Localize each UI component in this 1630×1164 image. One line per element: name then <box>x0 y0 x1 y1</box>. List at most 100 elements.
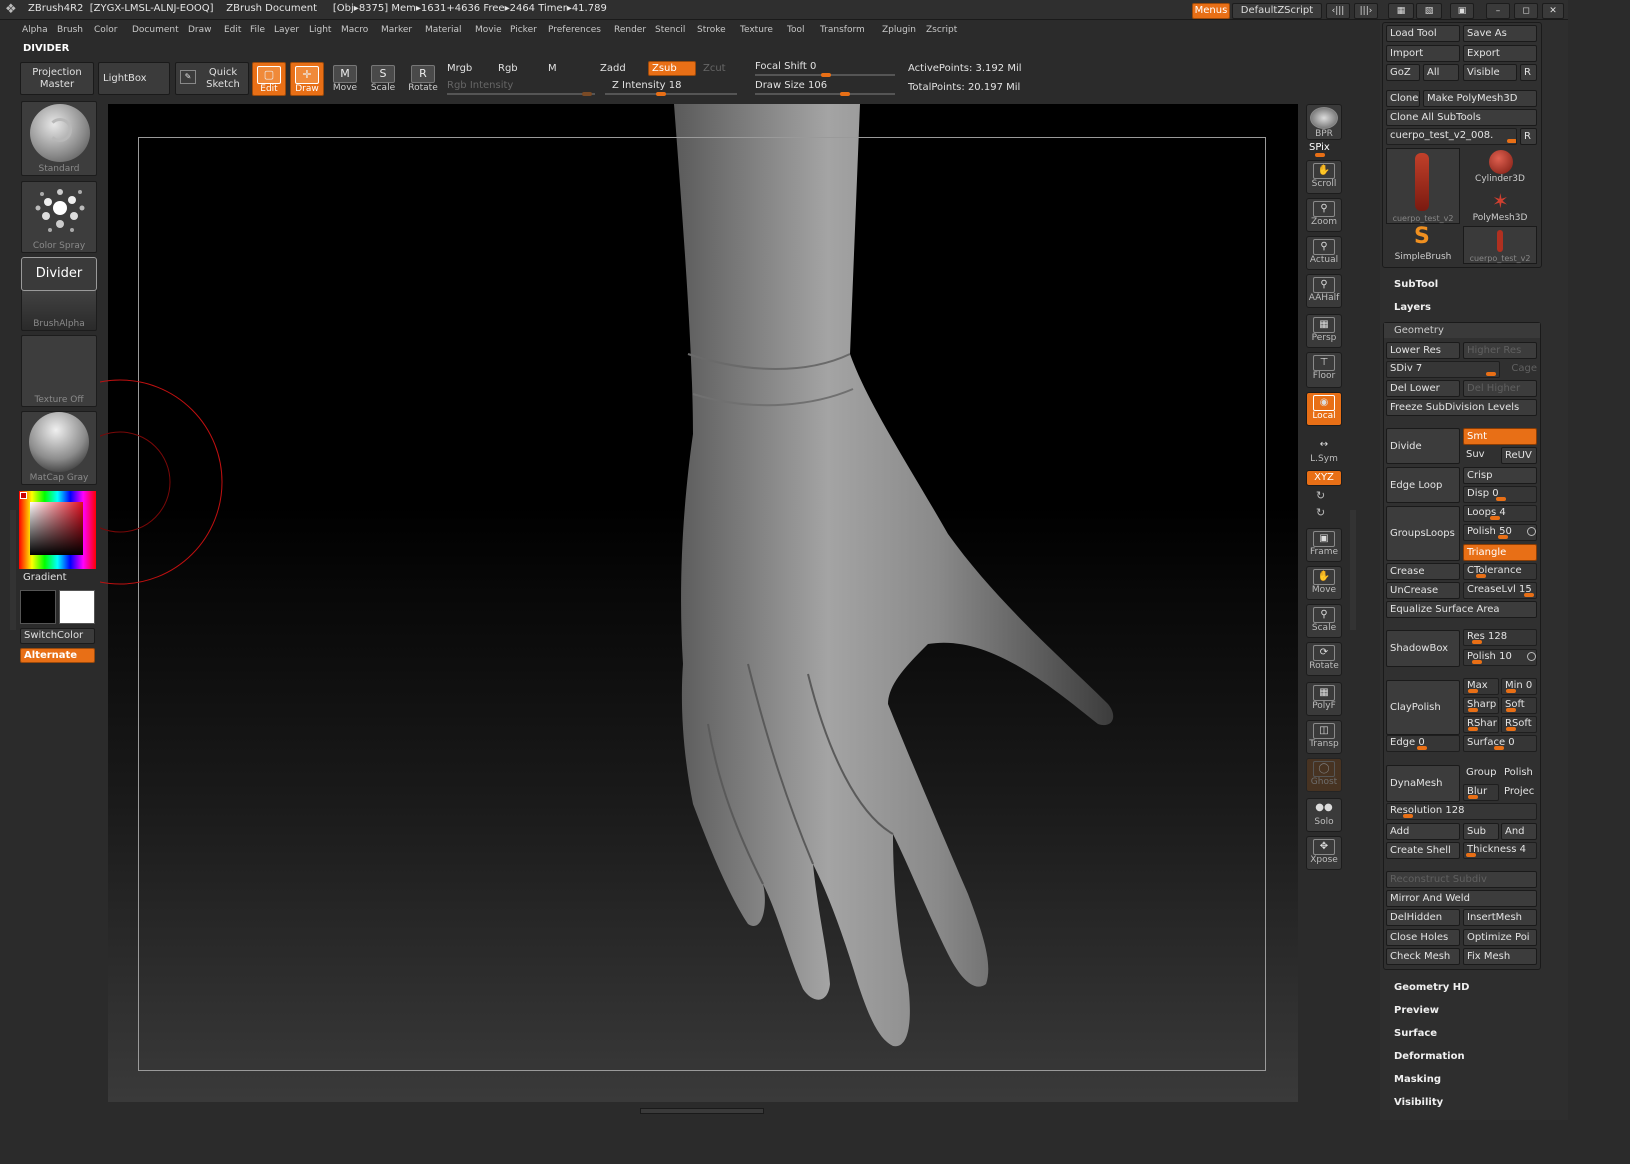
menu-macro[interactable]: Macro <box>341 25 368 35</box>
menu-render[interactable]: Render <box>614 25 646 35</box>
menu-light[interactable]: Light <box>309 25 331 35</box>
surface-section[interactable]: Surface <box>1394 1028 1437 1039</box>
left-splitter[interactable] <box>10 510 16 630</box>
deformation-section[interactable]: Deformation <box>1394 1051 1465 1062</box>
equalize-surface-area-button[interactable]: Equalize Surface Area <box>1386 601 1537 618</box>
tool-thumb-cuerpo-2[interactable]: cuerpo_test_v2 <box>1463 226 1537 264</box>
rsoft-slider[interactable]: RSoft <box>1501 716 1537 733</box>
aahalf-button[interactable]: ⚲ AAHalf <box>1306 274 1342 308</box>
subtool-section[interactable]: SubTool <box>1394 279 1438 290</box>
draw-size-slider[interactable]: Draw Size 106 <box>755 80 827 91</box>
preview-section[interactable]: Preview <box>1394 1005 1439 1016</box>
clone-button[interactable]: Clone <box>1386 90 1420 107</box>
rgb-intensity-knob[interactable] <box>582 92 592 96</box>
alternate-button[interactable]: Alternate <box>20 648 95 663</box>
polish-10-circle-icon[interactable] <box>1527 652 1536 661</box>
menu-stroke[interactable]: Stroke <box>697 25 726 35</box>
menu-color[interactable]: Color <box>94 25 118 35</box>
color-picker[interactable] <box>19 491 96 569</box>
menu-alpha[interactable]: Alpha <box>22 25 48 35</box>
menu-material[interactable]: Material <box>425 25 462 35</box>
r-button[interactable]: R <box>1520 64 1537 81</box>
tool-thumb-polymesh[interactable]: ✶ PolyMesh3D <box>1463 189 1537 225</box>
sub-button[interactable]: Sub <box>1463 823 1499 840</box>
create-shell-button[interactable]: Create Shell <box>1386 842 1460 859</box>
goz-button[interactable]: GoZ <box>1386 64 1420 81</box>
tool-thumb-cylinder[interactable]: Cylinder3D <box>1463 148 1537 186</box>
menu-texture[interactable]: Texture <box>740 25 773 35</box>
close-holes-button[interactable]: Close Holes <box>1386 929 1460 946</box>
menu-preferences[interactable]: Preferences <box>548 25 601 35</box>
minimize-icon[interactable]: – <box>1486 3 1510 19</box>
add-button[interactable]: Add <box>1386 823 1460 840</box>
disp-slider[interactable]: Disp 0 <box>1463 486 1537 503</box>
scale-view-button[interactable]: ⚲ Scale <box>1306 604 1342 638</box>
m-button[interactable]: M <box>548 63 557 74</box>
geometry-section-header[interactable]: Geometry <box>1384 323 1540 338</box>
zsub-button[interactable]: Zsub <box>648 61 696 76</box>
draw-size-knob[interactable] <box>840 92 850 96</box>
z-intensity-slider[interactable]: Z Intensity 18 <box>612 80 681 91</box>
focal-shift-slider[interactable]: Focal Shift 0 <box>755 61 816 72</box>
visible-button[interactable]: Visible <box>1463 64 1517 81</box>
tool-thumb-cuerpo[interactable]: cuerpo_test_v2 <box>1386 148 1460 224</box>
claypolish-button[interactable]: ClayPolish <box>1386 680 1460 735</box>
menu-picker[interactable]: Picker <box>510 25 537 35</box>
polish-50-slider[interactable]: Polish 50 <box>1463 524 1537 541</box>
polish-toggle[interactable]: Polish <box>1501 765 1537 782</box>
crease-button[interactable]: Crease <box>1386 563 1460 580</box>
layout-icon[interactable]: ▦ <box>1388 3 1414 19</box>
rgb-intensity-slider[interactable]: Rgb Intensity <box>447 80 513 91</box>
bottom-tray-handle[interactable] <box>640 1108 764 1114</box>
clone-all-subtools-button[interactable]: Clone All SubTools <box>1386 109 1537 126</box>
xyz-button[interactable]: XYZ <box>1306 470 1342 486</box>
project-toggle[interactable]: Projec <box>1501 784 1537 801</box>
delhidden-button[interactable]: DelHidden <box>1386 909 1460 926</box>
rshar-slider[interactable]: RShar <box>1463 716 1499 733</box>
groupsloops-button[interactable]: GroupsLoops <box>1386 506 1460 561</box>
all-button[interactable]: All <box>1423 64 1459 81</box>
dynamesh-button[interactable]: DynaMesh <box>1386 765 1460 802</box>
sharp-slider[interactable]: Sharp <box>1463 697 1499 714</box>
lower-res-button[interactable]: Lower Res <box>1386 342 1460 359</box>
rotate-y-icon[interactable]: ↻ <box>1316 489 1325 502</box>
rotate-mode-button[interactable]: R Rotate <box>406 62 440 96</box>
rgb-button[interactable]: Rgb <box>498 63 518 74</box>
higher-res-button[interactable]: Higher Res <box>1463 342 1537 359</box>
optimize-points-button[interactable]: Optimize Poi <box>1463 929 1537 946</box>
menu-zplugin[interactable]: Zplugin <box>882 25 916 35</box>
load-tool-button[interactable]: Load Tool <box>1386 25 1460 42</box>
switch-color-button[interactable]: SwitchColor <box>20 628 95 644</box>
zadd-button[interactable]: Zadd <box>600 63 626 74</box>
menu-tool[interactable]: Tool <box>787 25 804 35</box>
mirror-and-weld-button[interactable]: Mirror And Weld <box>1386 890 1537 907</box>
creaselvl-slider[interactable]: CreaseLvl 15 <box>1463 582 1537 599</box>
menu-edit[interactable]: Edit <box>224 25 241 35</box>
smt-toggle[interactable]: Smt <box>1463 428 1537 445</box>
solo-button[interactable]: ●● Solo <box>1306 798 1342 832</box>
thickness-slider[interactable]: Thickness 4 <box>1463 842 1537 859</box>
xpose-button[interactable]: ✥ Xpose <box>1306 836 1342 870</box>
z-intensity-knob[interactable] <box>656 92 666 96</box>
polish-10-slider[interactable]: Polish 10 <box>1463 649 1537 666</box>
loops-slider[interactable]: Loops 4 <box>1463 505 1537 522</box>
menu-file[interactable]: File <box>250 25 265 35</box>
secondary-color-swatch[interactable] <box>59 590 95 624</box>
quick-sketch-button[interactable]: ✎ Quick Sketch <box>175 62 249 95</box>
del-higher-button[interactable]: Del Higher <box>1463 380 1537 397</box>
max-slider[interactable]: Max <box>1463 678 1499 695</box>
menus-button[interactable]: Menus <box>1192 3 1230 19</box>
check-mesh-button[interactable]: Check Mesh <box>1386 948 1460 965</box>
tool-thumb-simplebrush[interactable]: S SimpleBrush <box>1386 224 1460 264</box>
uncrease-button[interactable]: UnCrease <box>1386 582 1460 599</box>
insertmesh-button[interactable]: InsertMesh <box>1463 909 1537 926</box>
menu-brush[interactable]: Brush <box>57 25 83 35</box>
visibility-section[interactable]: Visibility <box>1394 1097 1443 1108</box>
color-picker-square[interactable] <box>30 502 83 555</box>
right-splitter[interactable] <box>1350 510 1356 630</box>
mrgb-button[interactable]: Mrgb <box>447 63 472 74</box>
triangle-toggle[interactable]: Triangle <box>1463 544 1537 561</box>
import-button[interactable]: Import <box>1386 45 1460 62</box>
res-slider[interactable]: Res 128 <box>1463 629 1537 646</box>
bpr-button[interactable]: BPR <box>1306 104 1342 140</box>
